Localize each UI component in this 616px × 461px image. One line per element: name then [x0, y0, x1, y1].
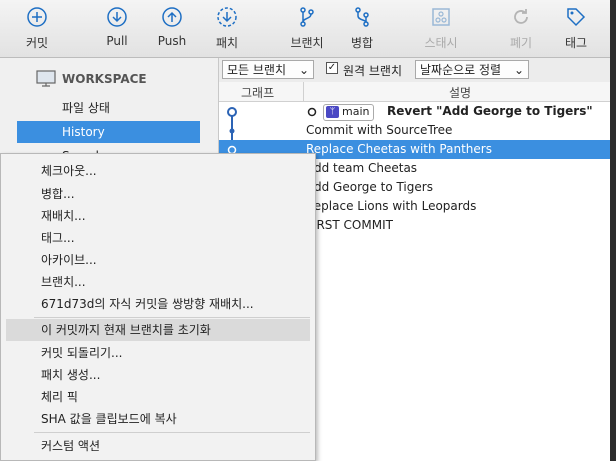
merge-button[interactable]: 병합: [332, 6, 392, 51]
remote-branches-label: 원격 브랜치: [343, 64, 403, 78]
fetch-button[interactable]: 패치: [197, 6, 257, 51]
commit-description: Replace Lions with Leopards: [306, 199, 477, 213]
menu-separator: [34, 432, 310, 433]
branch-label: 브랜치: [290, 36, 324, 50]
branch-badge-label: main: [342, 105, 370, 118]
branch-badge-icon: ᛘ: [326, 106, 339, 118]
menu-item-merge[interactable]: 병합...: [6, 183, 310, 205]
chevron-down-icon: ⌄: [513, 63, 524, 77]
discard-icon: [514, 9, 528, 24]
stash-icon: [432, 8, 450, 26]
branch-button[interactable]: 브랜치: [277, 6, 337, 51]
pull-label: Pull: [106, 34, 128, 48]
menu-item-tag[interactable]: 태그...: [6, 227, 310, 249]
column-header-description[interactable]: 설명: [449, 84, 471, 101]
push-button[interactable]: Push: [142, 6, 202, 48]
commit-description: FIRST COMMIT: [306, 218, 393, 232]
menu-item-cherry-pick[interactable]: 체리 픽: [6, 386, 310, 408]
stash-label: 스태시: [424, 36, 458, 50]
head-indicator-icon: [307, 107, 317, 117]
table-row[interactable]: Commit with SourceTree: [219, 121, 616, 140]
tag-button[interactable]: 태그: [546, 6, 606, 51]
column-divider: [303, 82, 304, 101]
workspace-label: WORKSPACE: [62, 72, 147, 86]
menu-item-checkout[interactable]: 체크아웃...: [6, 160, 310, 182]
plus-circle-icon: [27, 7, 47, 27]
menu-item-copy-sha[interactable]: SHA 값을 클립보드에 복사: [6, 408, 310, 430]
menu-item-create-patch[interactable]: 패치 생성...: [6, 364, 310, 386]
discard-button[interactable]: 폐기: [491, 6, 551, 51]
table-row[interactable]: ᛘ main Revert "Add George to Tigers": [219, 102, 616, 121]
pull-button[interactable]: Pull: [87, 6, 147, 48]
table-header: 그래프 설명: [219, 82, 616, 102]
branch-filter-value: 모든 브랜치: [227, 63, 287, 77]
fetch-label: 패치: [215, 36, 239, 50]
arrow-down-circle-icon: [107, 7, 127, 27]
context-menu: 체크아웃... 병합... 재배치... 태그... 아카이브... 브랜치..…: [0, 153, 316, 461]
branch-icon: [300, 7, 314, 27]
commit-button[interactable]: 커밋: [7, 6, 67, 51]
arrow-up-circle-icon: [162, 7, 182, 27]
discard-label: 폐기: [509, 36, 533, 50]
stash-button[interactable]: 스태시: [411, 6, 471, 51]
menu-item-reverse-commit[interactable]: 커밋 되돌리기...: [6, 342, 310, 364]
commit-description: Commit with SourceTree: [306, 123, 453, 137]
menu-separator: [34, 317, 310, 318]
merge-label: 병합: [350, 36, 374, 50]
commit-description: Add George to Tigers: [306, 180, 433, 194]
window-edge: [610, 0, 616, 461]
branch-badge: ᛘ main: [323, 104, 375, 121]
commit-label: 커밋: [25, 36, 49, 50]
chevron-down-icon: ⌄: [298, 63, 309, 77]
sidebar-item-file-status[interactable]: 파일 상태: [17, 97, 200, 119]
remote-branches-checkbox[interactable]: ✓: [326, 62, 338, 74]
branch-filter-dropdown[interactable]: 모든 브랜치 ⌄: [222, 60, 314, 79]
merge-icon: [355, 7, 369, 27]
commit-description: Revert "Add George to Tigers": [387, 104, 593, 118]
menu-item-archive[interactable]: 아카이브...: [6, 249, 310, 271]
monitor-icon: [36, 70, 56, 87]
column-header-graph[interactable]: 그래프: [241, 84, 274, 101]
menu-item-branch[interactable]: 브랜치...: [6, 271, 310, 293]
push-label: Push: [157, 34, 187, 48]
menu-item-custom-actions[interactable]: 커스텀 액션: [6, 435, 310, 457]
menu-item-rebase[interactable]: 재배치...: [6, 205, 310, 227]
sort-value: 날짜순으로 정렬: [420, 63, 502, 77]
menu-item-interactive-rebase[interactable]: 671d73d의 자식 커밋을 쌍방향 재배치...: [6, 293, 310, 315]
sort-dropdown[interactable]: 날짜순으로 정렬 ⌄: [415, 60, 529, 79]
toolbar: 커밋 Pull Push 패치 브랜치 병합 스태시 폐기 태그: [0, 0, 616, 58]
tag-label: 태그: [564, 36, 588, 50]
check-icon: ✓: [327, 62, 337, 73]
fetch-icon: [217, 7, 237, 27]
tag-icon: [567, 8, 586, 27]
sidebar-item-history[interactable]: History: [17, 121, 200, 143]
commit-description: Replace Cheetas with Panthers: [306, 142, 492, 156]
filter-bar: 모든 브랜치 ⌄ ✓ 원격 브랜치 날짜순으로 정렬 ⌄: [219, 58, 616, 82]
commit-description: Add team Cheetas: [306, 161, 418, 175]
menu-item-reset-branch[interactable]: 이 커밋까지 현재 브랜치를 초기화: [6, 319, 310, 341]
